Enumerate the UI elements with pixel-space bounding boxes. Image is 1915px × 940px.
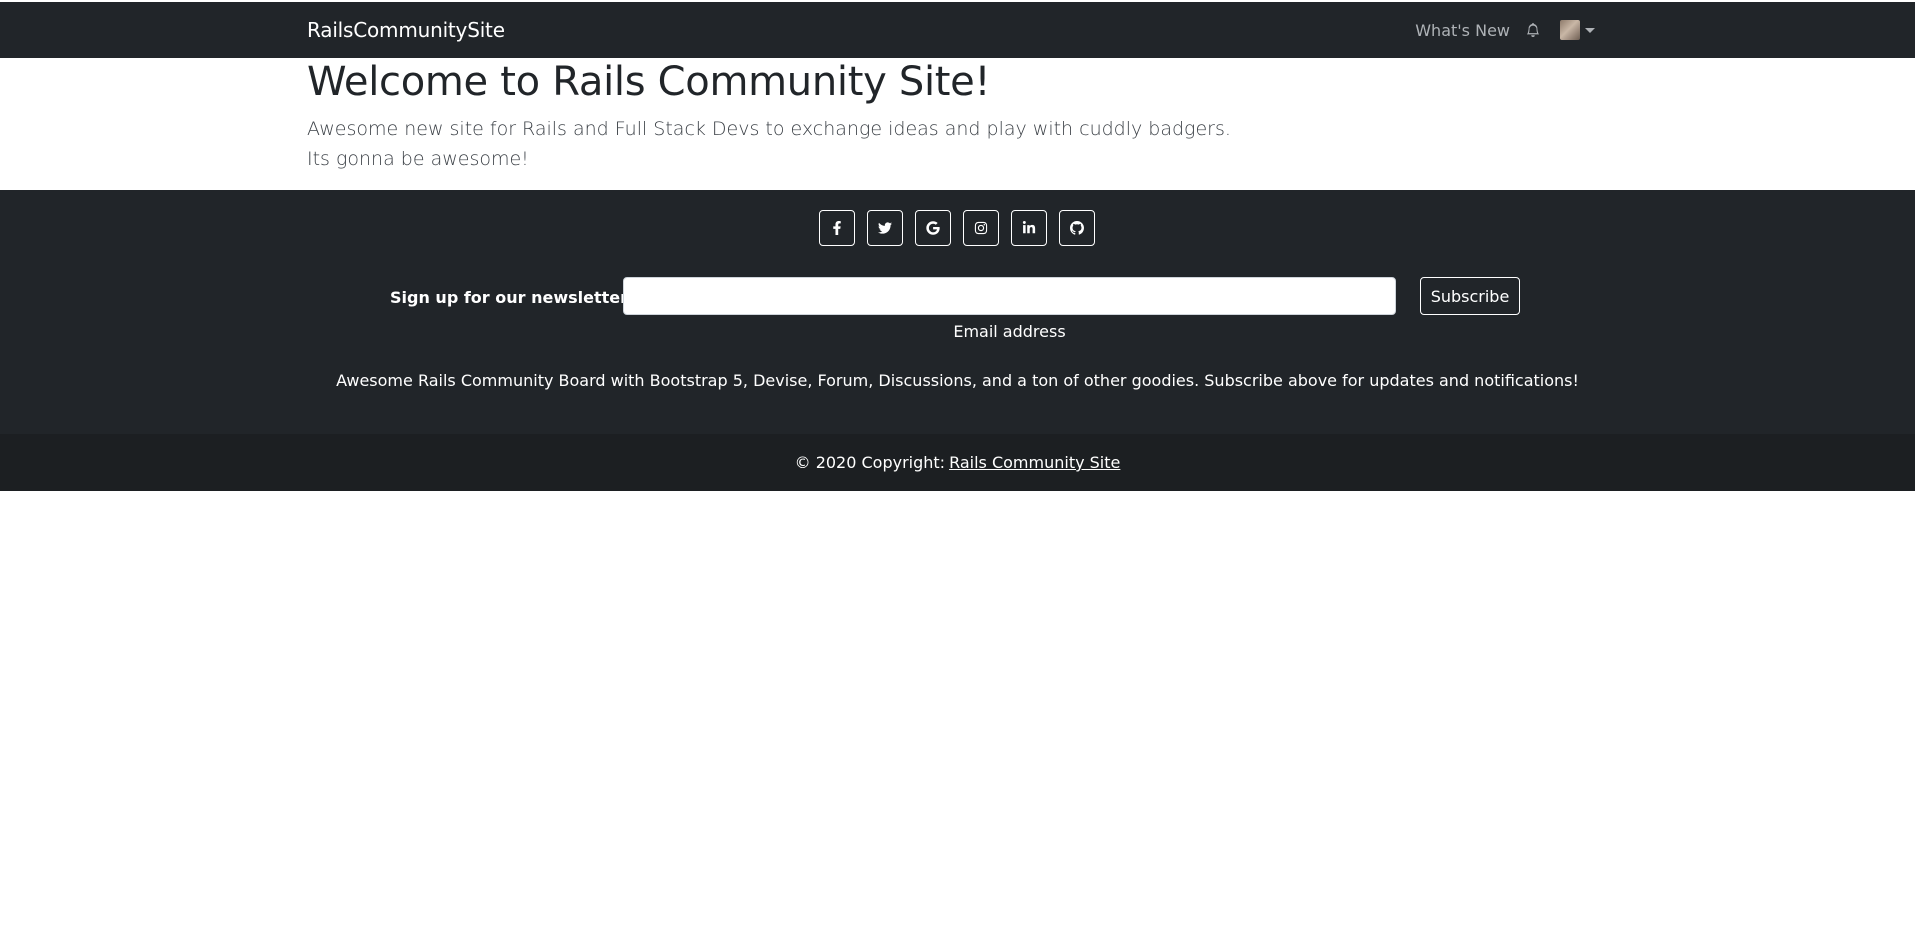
- hero-inner: Welcome to Rails Community Site! Awesome…: [307, 58, 1231, 174]
- copyright-text: © 2020 Copyright:: [794, 453, 946, 472]
- navbar: RailsCommunitySite What's New: [0, 2, 1915, 58]
- facebook-button[interactable]: [818, 210, 855, 246]
- social-links: [0, 210, 1915, 246]
- hero-section: Welcome to Rails Community Site! Awesome…: [0, 58, 1915, 190]
- navbar-right: What's New: [1415, 20, 1595, 40]
- newsletter-label: Sign up for our newsletter: [390, 288, 629, 307]
- instagram-icon: [974, 221, 987, 235]
- linkedin-icon: [1022, 221, 1035, 234]
- email-input[interactable]: [623, 277, 1396, 315]
- copyright-link[interactable]: Rails Community Site: [949, 453, 1120, 472]
- newsletter-form: Sign up for our newsletter Email address…: [0, 277, 1915, 341]
- hero-lead: Awesome new site for Rails and Full Stac…: [307, 114, 1231, 174]
- google-button[interactable]: [914, 210, 951, 246]
- whats-new-link[interactable]: What's New: [1415, 21, 1510, 40]
- hero-line-2: Its gonna be awesome!: [307, 148, 529, 170]
- instagram-button[interactable]: [962, 210, 999, 246]
- twitter-icon: [877, 222, 892, 234]
- footer-blurb: Awesome Rails Community Board with Boots…: [336, 371, 1579, 390]
- github-button[interactable]: [1058, 210, 1095, 246]
- brand-link[interactable]: RailsCommunitySite: [307, 18, 505, 42]
- github-icon: [1069, 221, 1084, 235]
- copyright-bar: © 2020 Copyright: Rails Community Site: [0, 434, 1915, 491]
- user-menu-toggle[interactable]: [1560, 20, 1595, 40]
- subscribe-button[interactable]: Subscribe: [1420, 277, 1520, 315]
- twitter-button[interactable]: [866, 210, 903, 246]
- footer: Sign up for our newsletter Email address…: [0, 190, 1915, 434]
- hero-line-1: Awesome new site for Rails and Full Stac…: [307, 118, 1231, 140]
- facebook-icon: [832, 221, 841, 235]
- user-avatar: [1560, 20, 1580, 40]
- linkedin-button[interactable]: [1010, 210, 1047, 246]
- bell-icon[interactable]: [1524, 21, 1542, 39]
- chevron-down-icon: [1585, 27, 1595, 33]
- google-icon: [925, 221, 940, 235]
- email-help-text: Email address: [953, 322, 1066, 341]
- page-title: Welcome to Rails Community Site!: [307, 59, 991, 105]
- navbar-inner: RailsCommunitySite What's New: [307, 2, 1595, 58]
